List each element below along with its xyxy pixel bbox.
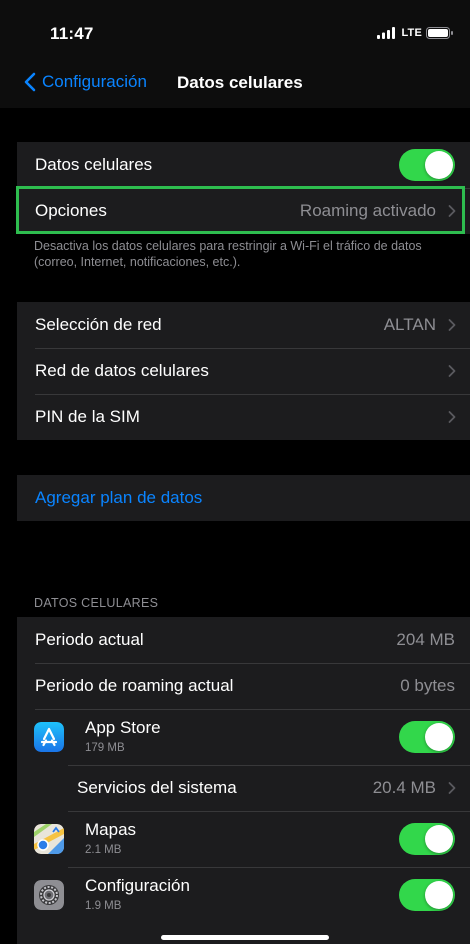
chevron-right-icon <box>448 782 456 794</box>
network-selection-label: Selección de red <box>35 315 162 334</box>
app-usage-size: 1.9 MB <box>85 900 122 912</box>
back-button-label: Configuración <box>42 72 147 91</box>
chevron-right-icon <box>448 411 456 423</box>
current-period-value: 204 MB <box>396 630 455 649</box>
app-name: Mapas <box>85 820 137 839</box>
network-type: LTE <box>401 27 422 39</box>
app-store-toggle[interactable] <box>399 721 455 753</box>
maps-icon <box>34 824 64 854</box>
cellular-data-network-label: Red de datos celulares <box>35 361 209 380</box>
signal-icon <box>377 27 396 39</box>
network-selection-value: ALTAN <box>383 315 436 334</box>
chevron-right-icon <box>448 319 456 331</box>
network-selection-row[interactable]: Selección de red ALTAN <box>17 302 470 348</box>
chevron-right-icon <box>448 205 456 217</box>
settings-toggle[interactable] <box>399 879 455 911</box>
settings-icon <box>34 880 64 910</box>
cellular-data-toggle[interactable] <box>399 149 455 181</box>
app-store-icon <box>34 722 64 752</box>
add-plan-group: Agregar plan de datos <box>17 475 470 521</box>
toggle-knob <box>425 881 453 909</box>
add-data-plan-row[interactable]: Agregar plan de datos <box>17 475 470 521</box>
options-label: Opciones <box>35 201 107 220</box>
sim-pin-label: PIN de la SIM <box>35 407 140 426</box>
app-name: App Store <box>85 718 161 737</box>
cellular-data-label: Datos celulares <box>35 155 153 174</box>
toggle-knob <box>425 723 453 751</box>
status-bar: 11:47 LTE <box>0 0 470 62</box>
system-services-value: 20.4 MB <box>372 778 436 797</box>
app-usage-size: 2.1 MB <box>85 844 122 856</box>
roaming-period-value: 0 bytes <box>400 676 455 695</box>
status-time: 11:47 <box>50 24 94 43</box>
options-row[interactable]: Opciones Roaming activado <box>17 188 470 234</box>
chevron-left-icon <box>24 72 36 92</box>
screen: 11:47 LTE Configuración Datos celulares <box>0 0 470 944</box>
network-group: Selección de red ALTAN Red de datos celu… <box>17 302 470 440</box>
roaming-period-row: Periodo de roaming actual 0 bytes <box>17 663 470 709</box>
cellular-data-footer: Desactiva los datos celulares para restr… <box>34 239 422 269</box>
system-services-label: Servicios del sistema <box>77 778 237 797</box>
usage-group: Periodo actual 204 MB Periodo de roaming… <box>17 617 470 944</box>
sim-pin-row[interactable]: PIN de la SIM <box>17 394 470 440</box>
status-indicators: LTE <box>377 27 454 39</box>
section-header-cellular-data: DATOS CELULARES <box>34 596 159 610</box>
current-period-label: Periodo actual <box>35 630 144 649</box>
add-data-plan-link[interactable]: Agregar plan de datos <box>35 488 202 508</box>
toggle-knob <box>425 825 453 853</box>
app-row-settings: Configuración 1.9 MB <box>17 867 470 923</box>
cellular-data-network-row[interactable]: Red de datos celulares <box>17 348 470 394</box>
app-usage-size: 179 MB <box>85 742 125 754</box>
system-services-row[interactable]: Servicios del sistema 20.4 MB <box>17 765 470 811</box>
home-indicator <box>161 935 329 940</box>
roaming-period-label: Periodo de roaming actual <box>35 676 234 695</box>
current-period-row: Periodo actual 204 MB <box>17 617 470 663</box>
app-row-app-store: App Store 179 MB <box>17 709 470 765</box>
options-value: Roaming activado <box>299 201 436 220</box>
maps-toggle[interactable] <box>399 823 455 855</box>
page-title: Datos celulares <box>177 73 303 92</box>
navigation-bar: Configuración Datos celulares <box>0 62 470 108</box>
app-name: Configuración <box>85 876 190 895</box>
chevron-right-icon <box>448 365 456 377</box>
toggle-knob <box>425 151 453 179</box>
app-row-maps: Mapas 2.1 MB <box>17 811 470 867</box>
cellular-data-group: Datos celulares Opciones Roaming activad… <box>17 142 470 234</box>
back-button[interactable]: Configuración <box>24 72 147 92</box>
cellular-data-row: Datos celulares <box>17 142 470 188</box>
battery-icon <box>426 27 453 39</box>
